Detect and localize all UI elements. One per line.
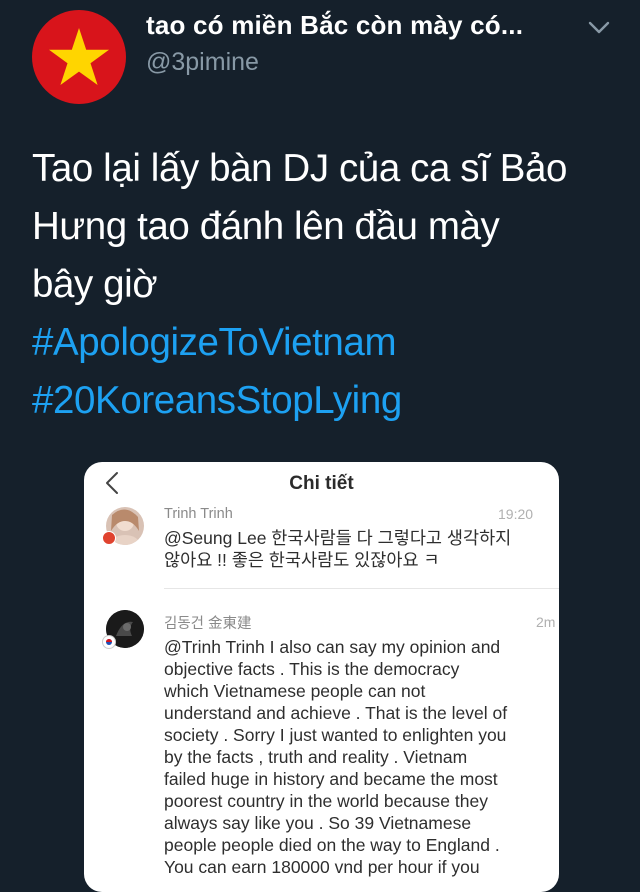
comment-text-line: society . Sorry I just wanted to enlight… [164, 725, 507, 745]
comment-text-line: @Seung Lee 한국사람들 다 그렇다고 생각하지 [164, 528, 512, 548]
screenshot-title: Chi tiết [289, 473, 354, 494]
comment-text-line: by the facts , truth and reality . Vietn… [164, 747, 468, 767]
comment-text-line: always say like you . So 39 Vietnamese [164, 813, 472, 833]
comment-text-line: objective facts . This is the democracy [164, 659, 460, 679]
screenshot-nav-bar: Chi tiết [84, 462, 559, 502]
tweet-text-line: Hưng tao đánh lên đầu mày [32, 205, 500, 248]
comment-time: 2m [536, 614, 556, 630]
user-handle[interactable]: @3pimine [146, 48, 259, 77]
comment-text-line: failed huge in history and became the mo… [164, 769, 498, 789]
comment-text-line: understand and achieve . That is the lev… [164, 703, 508, 723]
hashtag-link[interactable]: #ApologizeToVietnam [32, 314, 622, 372]
comment-divider [164, 588, 559, 589]
tweet-text-line: Tao lại lấy bàn DJ của ca sĩ Bảo [32, 147, 568, 190]
comment-text-line: which Vietnamese people can not [164, 681, 426, 701]
tweet-text-line: bây giờ [32, 263, 158, 306]
korea-flag-icon [102, 635, 116, 649]
comment-text: @Seung Lee 한국사람들 다 그렇다고 생각하지 않아요 !! 좋은 한… [164, 527, 511, 571]
badge-icon [102, 531, 116, 545]
comment-time: 19:20 [498, 506, 534, 522]
comment-author: Trinh Trinh [164, 506, 233, 522]
comment-text: @Trinh Trinh I also can say my opinion a… [164, 636, 507, 878]
star-icon [49, 28, 109, 85]
comment-text-line: You can earn 180000 vnd per hour if you [164, 857, 480, 877]
tweet-text: Tao lại lấy bàn DJ của ca sĩ Bảo Hưng ta… [32, 140, 622, 430]
display-name[interactable]: tao có miền Bắc còn mày có... [146, 10, 566, 41]
attached-screenshot[interactable]: Chi tiết Trinh Trinh 19:20 @Seung Lee 한국… [84, 462, 559, 892]
comment-author: 김동건 金東建 [164, 616, 252, 632]
comment-text-line: people people died on the way to England… [164, 835, 500, 855]
hashtag-link[interactable]: #20KoreansStopLying [32, 372, 622, 430]
comment-text-line: poorest country in the world because the… [164, 791, 488, 811]
tweet-header: tao có miền Bắc còn mày có... @3pimine [0, 0, 640, 110]
avatar[interactable] [32, 10, 126, 104]
comment-text-line: @Trinh Trinh I also can say my opinion a… [164, 637, 501, 657]
chevron-down-icon[interactable] [586, 18, 612, 38]
comment-text-line: 않아요 !! 좋은 한국사람도 있잖아요 ㅋ [164, 550, 440, 570]
